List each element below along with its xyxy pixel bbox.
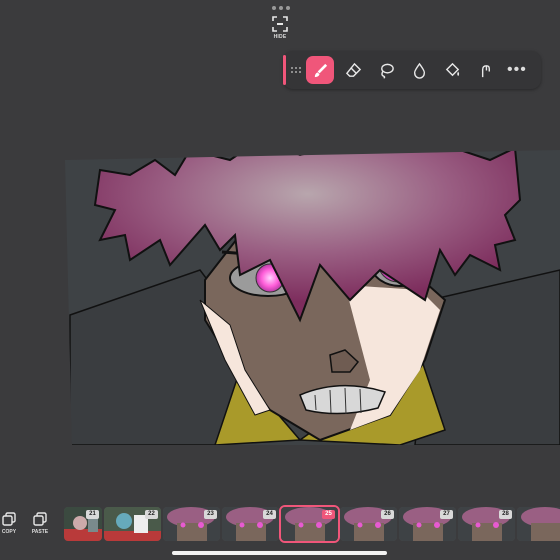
smudge-tool-button[interactable] [471,56,499,84]
drawing-canvas-area[interactable] [64,150,560,450]
frame-number: 22 [145,510,158,519]
tool-palette: ••• [283,51,541,89]
blur-tool-button[interactable] [405,56,433,84]
frame-thumbnail[interactable]: 28 [458,507,515,541]
hide-label: HIDE [273,34,287,40]
paste-icon [33,512,47,526]
brush-tool-button[interactable] [306,56,334,84]
frame-timeline: 21 22 23 24 25 26 27 28 [64,505,560,543]
brush-icon [314,63,327,77]
frame-thumbnail[interactable] [517,507,560,541]
frame-thumbnail[interactable]: 21 [64,507,102,541]
frame-preview [517,507,560,541]
eraser-icon [345,62,361,77]
copy-button[interactable]: COPY [0,512,18,535]
window-handle[interactable] [272,6,290,10]
frame-number: 27 [440,510,453,519]
lasso-icon [380,63,394,79]
frame-number: 24 [263,510,276,519]
frame-number: 21 [86,510,99,519]
frame-thumbnail[interactable]: 26 [340,507,397,541]
home-indicator[interactable] [172,551,387,555]
frame-thumbnail[interactable]: 27 [399,507,456,541]
grip-handle-icon[interactable] [291,67,301,73]
frame-thumbnail[interactable]: 24 [222,507,279,541]
frame-thumbnail[interactable]: 23 [163,507,220,541]
hide-button[interactable]: HIDE [264,16,296,44]
frame-number: 25 [322,510,335,519]
lasso-tool-button[interactable] [372,56,400,84]
paste-button[interactable]: PASTE [28,512,52,535]
eraser-tool-button[interactable] [339,56,367,84]
more-options-button[interactable]: ••• [507,61,527,79]
fill-tool-button[interactable] [438,56,466,84]
paint-bucket-icon [445,62,459,76]
frame-thumbnail-selected[interactable]: 25 [279,505,340,543]
copy-label: COPY [1,529,17,535]
hide-icon [272,16,288,32]
drop-icon [413,62,425,79]
toolbar-accent [283,55,286,85]
frame-number: 28 [499,510,512,519]
frame-number: 23 [204,510,217,519]
frame-number: 26 [381,510,394,519]
frame-thumbnail[interactable]: 22 [104,507,161,541]
smudge-icon [481,64,490,77]
paste-label: PASTE [31,529,49,535]
copy-icon [2,512,16,526]
